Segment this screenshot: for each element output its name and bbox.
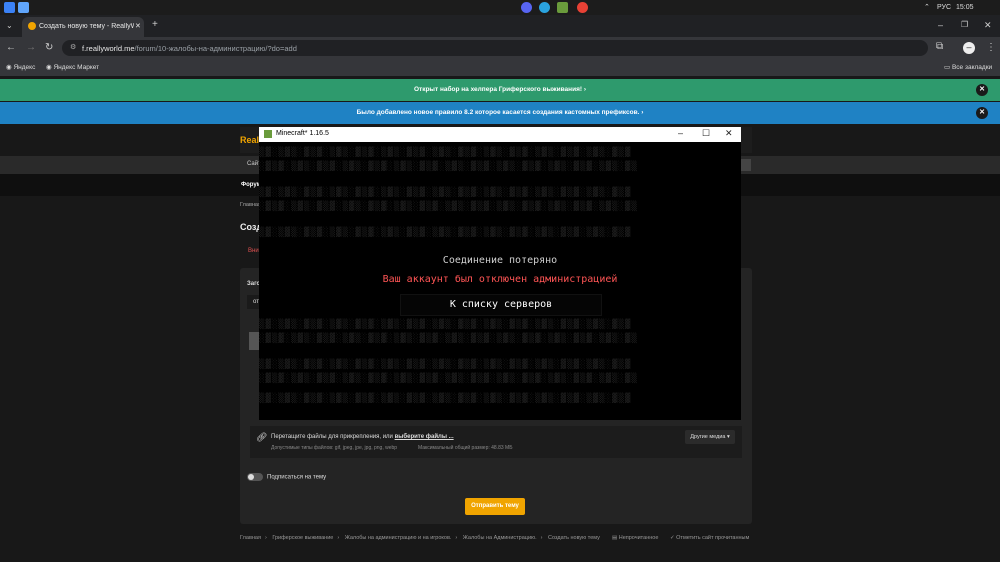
window-title: Minecraft* 1.16.5 xyxy=(276,130,329,137)
drop-text: Перетащите файлы для прикрепления, или xyxy=(271,434,393,440)
list-icon: ▤ xyxy=(612,535,618,541)
other-media-button[interactable]: Другие медиа ▾ xyxy=(685,430,735,444)
site-info-icon[interactable]: ⚙ xyxy=(70,43,76,51)
taskbar: ⌃ РУС 15:05 xyxy=(0,0,1000,15)
background-texture: ▒▓░▒▓▒░▓▒▓░▒▓▒░▓▒▓░▒▓▒░▓▒▓░▒▓▒░▓▒▓░▒▓▒░▓… xyxy=(259,188,638,212)
chrome-icon[interactable] xyxy=(577,2,588,13)
close-icon[interactable]: ✕ xyxy=(725,128,733,139)
breadcrumb-item[interactable]: Главная xyxy=(240,535,261,541)
background-texture: ▒▓░▒▓▒░▓▒▓░▒▓▒░▓▒▓░▒▓▒░▓▒▓░▒▓▒░▓▒▓░▒▓▒░▓… xyxy=(259,394,632,404)
tab-title: Создать новую тему - ReallyW xyxy=(39,23,134,30)
all-bookmarks[interactable]: ▭ Все закладки xyxy=(944,63,992,71)
close-icon[interactable]: ✕ xyxy=(976,107,988,119)
background-texture: ▒▓░▒▓▒░▓▒▓░▒▓▒░▓▒▓░▒▓▒░▓▒▓░▒▓▒░▓▒▓░▒▓▒░▓… xyxy=(259,360,638,384)
language-indicator[interactable]: РУС xyxy=(937,4,951,11)
tab-strip: ⌄ + – ❐ ✕ xyxy=(0,15,1000,37)
url-path: /forum/10-жалобы-на-администрацию/?do=ad… xyxy=(134,44,297,53)
background-texture: ▒▓░▒▓▒░▓▒▓░▒▓▒░▓▒▓░▒▓▒░▓▒▓░▒▓▒░▓▒▓░▒▓▒░▓… xyxy=(259,228,632,238)
profile-avatar[interactable]: – xyxy=(963,42,975,54)
maximize-icon[interactable]: ☐ xyxy=(702,128,710,139)
back-icon[interactable]: ← xyxy=(6,43,16,53)
clock[interactable]: 15:05 xyxy=(956,4,974,11)
attachment-drop-zone[interactable]: 🔗︎ Перетащите файлы для прикрепления, ил… xyxy=(250,426,742,458)
minecraft-disconnect-screen: ▒▓░▒▓▒░▓▒▓░▒▓▒░▓▒▓░▒▓▒░▓▒▓░▒▓▒░▓▒▓░▒▓▒░▓… xyxy=(259,142,741,420)
close-icon[interactable]: ✕ xyxy=(976,84,988,96)
back-to-server-list-button[interactable]: К списку серверов xyxy=(400,294,602,316)
minimize-icon[interactable]: – xyxy=(678,128,683,138)
breadcrumb-item[interactable]: Жалобы на Администрацию. xyxy=(463,535,537,541)
notice-text: Было добавлено новое правило 8.2 которое… xyxy=(356,109,640,116)
check-icon: ✓ xyxy=(670,535,675,541)
telegram-icon[interactable] xyxy=(539,2,550,13)
tab-search-icon[interactable]: ⌄ xyxy=(6,21,13,31)
background-texture: ▒▓░▒▓▒░▓▒▓░▒▓▒░▓▒▓░▒▓▒░▓▒▓░▒▓▒░▓▒▓░▒▓▒░▓… xyxy=(259,320,638,344)
close-window-icon[interactable]: ✕ xyxy=(984,20,992,30)
max-size: Максимальный общий размер: 48.83 МБ xyxy=(418,445,513,451)
subscribe-toggle[interactable]: Подписаться на тему xyxy=(247,473,326,481)
notice-banner-green[interactable]: Открыт набор на хелпера Гриферского выжи… xyxy=(0,79,1000,101)
notice-text: Открыт набор на хелпера Гриферского выжи… xyxy=(413,86,583,93)
yandex-icon: ◉ xyxy=(6,64,12,71)
yandex-icon: ◉ xyxy=(46,64,52,71)
minecraft-icon xyxy=(264,130,272,138)
extensions-icon[interactable]: ⧉ xyxy=(936,42,943,52)
subscribe-label: Подписаться на тему xyxy=(267,474,327,481)
bookmark-yandex-market[interactable]: ◉ Яндекс Маркет xyxy=(46,63,99,71)
minimize-icon[interactable]: – xyxy=(938,20,943,30)
close-tab-icon[interactable]: ✕ xyxy=(135,22,141,30)
url-host: f.reallyworld.me xyxy=(82,44,135,53)
disconnect-reason: Ваш аккаунт был отключен администрацией xyxy=(382,274,618,285)
background-texture: ▒▓░▒▓▒░▓▒▓░▒▓▒░▓▒▓░▒▓▒░▓▒▓░▒▓▒░▓▒▓░▒▓▒░▓… xyxy=(259,148,638,172)
chevron-right-icon: › xyxy=(583,86,587,93)
minecraft-window-titlebar[interactable]: Minecraft* 1.16.5 – ☐ ✕ xyxy=(259,127,741,142)
mark-read-link[interactable]: ✓ Отметить сайт прочитанным xyxy=(670,535,749,541)
notice-banner-blue[interactable]: Было добавлено новое правило 8.2 которое… xyxy=(0,102,1000,124)
connection-lost-title: Соединение потеряно xyxy=(442,255,558,266)
chevron-up-icon[interactable]: ⌃ xyxy=(924,3,930,11)
windows-start-icon[interactable] xyxy=(4,2,15,13)
address-bar[interactable]: ⚙ f.reallyworld.me/forum/10-жалобы-на-ад… xyxy=(62,40,928,56)
explorer-icon[interactable] xyxy=(18,2,29,13)
bookmark-yandex[interactable]: ◉ Яндекс xyxy=(6,63,35,71)
paperclip-icon: 🔗︎ xyxy=(256,432,268,442)
breadcrumb-item[interactable]: Гриферское выживание xyxy=(272,535,333,541)
maximize-icon[interactable]: ❐ xyxy=(961,20,968,30)
choose-files-link[interactable]: выберите файлы ... xyxy=(395,434,454,440)
search-input[interactable] xyxy=(741,159,751,171)
submit-topic-button[interactable]: Отправить тему xyxy=(465,498,525,515)
toggle-switch[interactable] xyxy=(247,473,263,481)
forward-icon[interactable]: → xyxy=(26,43,36,53)
warning-text: Вни xyxy=(248,248,259,254)
new-tab-button[interactable]: + xyxy=(152,20,158,30)
tab-active[interactable]: Создать новую тему - ReallyW ✕ xyxy=(22,17,144,37)
breadcrumb[interactable]: Главная xyxy=(240,202,261,208)
favicon-icon xyxy=(28,22,36,30)
minecraft-icon[interactable] xyxy=(557,2,568,13)
folder-icon: ▭ xyxy=(944,64,951,71)
breadcrumb-item: Создать новую тему xyxy=(548,535,600,541)
unread-link[interactable]: ▤ Непрочитанное xyxy=(612,535,658,541)
reload-icon[interactable]: ↻ xyxy=(45,43,53,53)
chevron-right-icon: › xyxy=(641,109,644,116)
discord-icon[interactable] xyxy=(521,2,532,13)
bookmarks-bar: ◉ Яндекс ◉ Яндекс Маркет ▭ Все закладки xyxy=(0,59,1000,77)
allowed-types: Допустимые типы файлов: gif, jpeg, jpe, … xyxy=(271,445,398,451)
breadcrumb-item[interactable]: Жалобы на администрацию и на игроков. xyxy=(345,535,452,541)
menu-icon[interactable]: ⋮ xyxy=(986,43,996,53)
